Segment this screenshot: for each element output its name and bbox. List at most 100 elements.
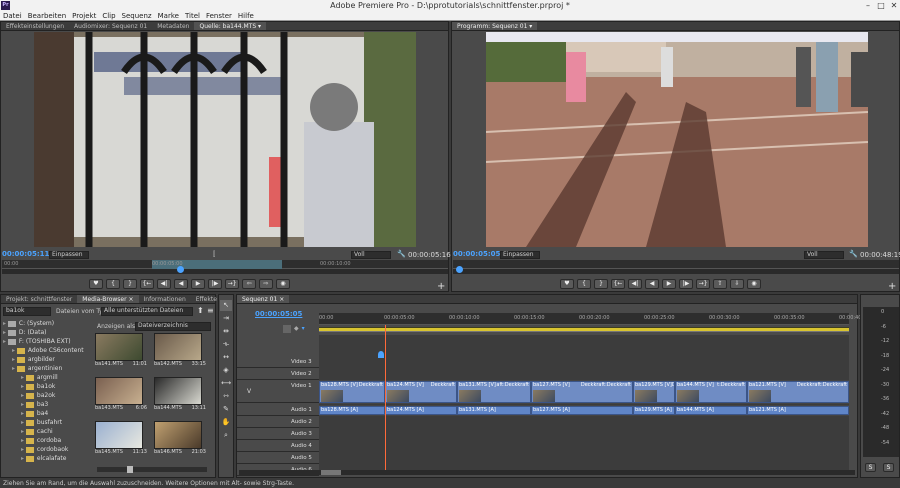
audio-clip[interactable]: ba129.MTS [A] xyxy=(633,406,675,415)
timeline-ruler[interactable]: 00:00 00:00:05:00 00:00:10:00 00:00:15:00 00… xyxy=(319,313,870,325)
transport-button[interactable]: |▶ xyxy=(208,279,222,289)
transport-button[interactable]: ⇦ xyxy=(242,279,256,289)
menu-item-6[interactable]: Titel xyxy=(185,12,200,20)
track-audio-3[interactable]: Audio 3 xyxy=(237,429,319,440)
program-scroll[interactable] xyxy=(453,266,899,274)
wrench-icon[interactable]: 🔧 xyxy=(397,250,406,258)
folder-row[interactable]: ▸ ba4 xyxy=(3,409,91,418)
menu-item-8[interactable]: Hilfe xyxy=(238,12,254,20)
transport-button[interactable]: ⇩ xyxy=(730,279,744,289)
wrench-icon[interactable]: 🔧 xyxy=(849,250,858,258)
close-button[interactable]: ✕ xyxy=(888,0,900,11)
up-arrow-icon[interactable]: ⬆ xyxy=(197,306,204,315)
audio-clip[interactable]: ba127.MTS [A] xyxy=(531,406,633,415)
media-thumbnail[interactable]: ba145.MTS 11:13 xyxy=(95,421,150,463)
transport-button[interactable]: ⇨ xyxy=(259,279,273,289)
transport-button[interactable]: ◀ xyxy=(174,279,188,289)
menu-item-7[interactable]: Fenster xyxy=(206,12,232,20)
thumb-zoom-slider[interactable] xyxy=(97,466,207,473)
playhead-handle[interactable] xyxy=(378,351,384,358)
ripple-edit-tool-icon[interactable]: ⇹ xyxy=(220,326,232,337)
video-clip[interactable]: ba128.MTS [V] Deckkraft xyxy=(319,381,385,403)
folder-row[interactable]: ▸ elcalafate xyxy=(3,454,91,463)
menu-item-0[interactable]: Datei xyxy=(3,12,22,20)
program-fit-select[interactable]: Einpassen xyxy=(500,251,540,259)
track-select-tool-icon[interactable]: ⇥ xyxy=(220,313,232,324)
folder-row[interactable]: ▸ ba1ok xyxy=(3,382,91,391)
tab-project-2[interactable]: Informationen xyxy=(139,295,191,303)
tab-source-1[interactable]: Audiomixer: Sequenz 01 xyxy=(69,22,152,30)
transport-button[interactable]: {← xyxy=(611,279,625,289)
folder-row[interactable]: ▸ ba2ok xyxy=(3,391,91,400)
tab-program[interactable]: Programm: Sequenz 01 ▾ xyxy=(452,22,538,30)
tab-source-0[interactable]: Effekteinstellungen xyxy=(1,22,69,30)
folder-row[interactable]: ▸ cachi xyxy=(3,427,91,436)
folder-row[interactable]: ▸ busfahrt xyxy=(3,418,91,427)
work-area-bar[interactable] xyxy=(319,327,849,332)
timeline-playhead-line[interactable] xyxy=(385,325,386,473)
pen-tool-icon[interactable]: ✎ xyxy=(220,404,232,415)
source-time-ruler[interactable]: 00:00 00:00:05:00 00:00:10:00 xyxy=(2,260,448,269)
minimize-button[interactable]: – xyxy=(862,0,874,11)
keyframe-icon[interactable]: ▾ xyxy=(302,325,305,333)
video-clip[interactable]: ba129.MTS [V]Deckkraft xyxy=(633,381,675,403)
track-audio-2[interactable]: Audio 2 xyxy=(237,417,319,428)
folder-row[interactable]: ▸ cordobaok xyxy=(3,445,91,454)
transport-button[interactable]: ⇧ xyxy=(713,279,727,289)
transport-button[interactable]: ◉ xyxy=(747,279,761,289)
transport-button[interactable]: {← xyxy=(140,279,154,289)
source-fit-select[interactable]: Einpassen xyxy=(49,251,89,259)
video-clip[interactable]: ba124.MTS [V] Deckkraft xyxy=(385,381,457,403)
source-patch-v[interactable]: V xyxy=(247,388,251,395)
transport-button[interactable]: ♥ xyxy=(89,279,103,289)
folder-row[interactable]: ▸ C: (System) xyxy=(3,319,91,328)
track-audio-4[interactable]: Audio 4 xyxy=(237,441,319,452)
menu-item-4[interactable]: Sequenz xyxy=(122,12,152,20)
slide-tool-icon[interactable]: ⇿ xyxy=(220,391,232,402)
media-thumbnail[interactable]: ba142.MTS 33:15 xyxy=(154,333,209,375)
folder-row[interactable]: ▸ argbilder xyxy=(3,355,91,364)
transport-button[interactable]: →} xyxy=(225,279,239,289)
transport-button[interactable]: } xyxy=(594,279,608,289)
media-thumbnail[interactable]: ba144.MTS 13:11 xyxy=(154,377,209,419)
menu-item-3[interactable]: Clip xyxy=(102,12,115,20)
source-quality-select[interactable]: Voll xyxy=(351,251,391,259)
tab-project-0[interactable]: Projekt: schnittfenster xyxy=(1,295,77,303)
timeline-timecode[interactable]: 00:00:05:05 xyxy=(255,310,302,318)
zoom-tool-icon[interactable]: ⌕ xyxy=(220,430,232,441)
folder-row[interactable]: ▸ argentinien xyxy=(3,364,91,373)
solo-left-button[interactable]: S xyxy=(865,463,876,472)
scroll-thumb[interactable] xyxy=(321,470,341,475)
audio-clip[interactable]: ba128.MTS [A] xyxy=(319,406,385,415)
tab-project-1[interactable]: Media-Browser × xyxy=(77,295,139,303)
razor-tool-icon[interactable]: ◈ xyxy=(220,365,232,376)
program-playhead[interactable] xyxy=(456,266,463,273)
folder-row[interactable]: ▸ ba3 xyxy=(3,400,91,409)
transport-button[interactable]: { xyxy=(106,279,120,289)
track-audio-1[interactable]: Audio 1 xyxy=(237,405,319,416)
rate-stretch-tool-icon[interactable]: ↔ xyxy=(220,352,232,363)
program-quality-select[interactable]: Voll xyxy=(804,251,844,259)
track-video-2[interactable]: Video 2 xyxy=(237,369,319,380)
transport-button[interactable]: ◀ xyxy=(645,279,659,289)
menu-icon[interactable]: ≡ xyxy=(207,306,214,315)
audio-clip[interactable]: ba131.MTS [A] xyxy=(457,406,531,415)
folder-row[interactable]: ▸ argmill xyxy=(3,373,91,382)
transport-button[interactable]: →} xyxy=(696,279,710,289)
audio-clip[interactable]: ba144.MTS [A] xyxy=(675,406,747,415)
transport-button[interactable]: { xyxy=(577,279,591,289)
timeline-scrollbar[interactable] xyxy=(239,470,855,475)
source-marker-icon[interactable]: ⫿ xyxy=(213,250,215,259)
transport-button[interactable]: ▶ xyxy=(191,279,205,289)
thumb-zoom-handle[interactable] xyxy=(127,466,133,473)
transport-button[interactable]: ▶ xyxy=(662,279,676,289)
view-as-select[interactable]: Dateiverzeichnis xyxy=(135,322,211,331)
transport-button[interactable]: ◀| xyxy=(628,279,642,289)
media-thumbnail[interactable]: ba146.MTS 21:03 xyxy=(154,421,209,463)
location-select[interactable]: ba1ok xyxy=(3,307,51,316)
solo-right-button[interactable]: S xyxy=(883,463,894,472)
selection-tool-icon[interactable]: ↖ xyxy=(220,300,232,311)
menu-item-2[interactable]: Projekt xyxy=(72,12,96,20)
folder-row[interactable]: ▸ Adobe CS6content xyxy=(3,346,91,355)
filetype-select[interactable]: Alle unterstützten Dateien xyxy=(101,307,193,316)
